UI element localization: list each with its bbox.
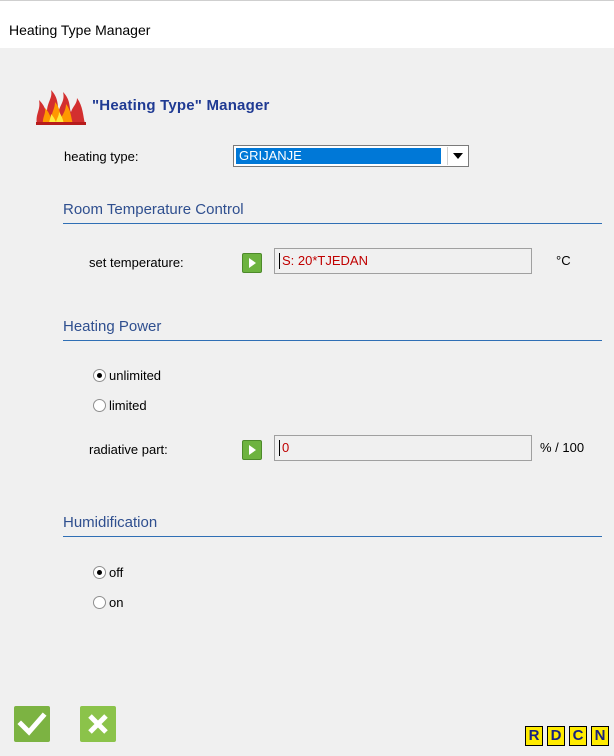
section-divider xyxy=(63,340,602,341)
window-title: Heating Type Manager xyxy=(9,22,151,38)
flame-icon xyxy=(36,90,86,125)
radio-limited[interactable] xyxy=(93,399,106,412)
window-titlebar: Heating Type Manager xyxy=(0,0,614,48)
dialog-header: "Heating Type" Manager xyxy=(33,88,433,128)
radio-limited-label[interactable]: limited xyxy=(109,398,147,413)
radiative-part-label: radiative part: xyxy=(89,442,168,457)
header-title: "Heating Type" Manager xyxy=(92,97,270,114)
radio-humidification-on[interactable] xyxy=(93,596,106,609)
c-button[interactable]: C xyxy=(569,726,587,746)
heating-type-select[interactable]: GRIJANJE xyxy=(233,145,469,167)
section-title-room-temperature: Room Temperature Control xyxy=(63,201,244,218)
radio-unlimited[interactable] xyxy=(93,369,106,382)
checkmark-icon xyxy=(17,712,47,736)
section-divider xyxy=(63,536,602,537)
heating-type-value: GRIJANJE xyxy=(236,148,441,164)
radio-unlimited-label[interactable]: unlimited xyxy=(109,368,161,383)
radiative-part-field[interactable]: 0 xyxy=(274,435,532,461)
set-temperature-value: S: 20*TJEDAN xyxy=(282,253,368,268)
radio-humidification-on-label[interactable]: on xyxy=(109,595,123,610)
heating-type-label: heating type: xyxy=(64,149,139,164)
play-icon[interactable] xyxy=(242,440,262,460)
set-temperature-field[interactable]: S: 20*TJEDAN xyxy=(274,248,532,274)
temperature-unit: °C xyxy=(556,253,571,268)
d-button[interactable]: D xyxy=(547,726,565,746)
radio-humidification-off-label[interactable]: off xyxy=(109,565,123,580)
r-button[interactable]: R xyxy=(525,726,543,746)
section-title-humidification: Humidification xyxy=(63,514,158,531)
radiative-part-value: 0 xyxy=(282,440,290,455)
x-icon xyxy=(88,714,108,734)
chevron-down-icon[interactable] xyxy=(447,147,467,165)
section-divider xyxy=(63,223,602,224)
cancel-button[interactable] xyxy=(80,706,116,742)
ok-button[interactable] xyxy=(14,706,50,742)
radio-humidification-off[interactable] xyxy=(93,566,106,579)
set-temperature-label: set temperature: xyxy=(89,255,184,270)
play-icon[interactable] xyxy=(242,253,262,273)
n-button[interactable]: N xyxy=(591,726,609,746)
radiative-part-unit: % / 100 xyxy=(540,440,585,455)
section-title-heating-power: Heating Power xyxy=(63,318,162,335)
dialog-content: "Heating Type" Manager heating type: GRI… xyxy=(0,48,614,756)
